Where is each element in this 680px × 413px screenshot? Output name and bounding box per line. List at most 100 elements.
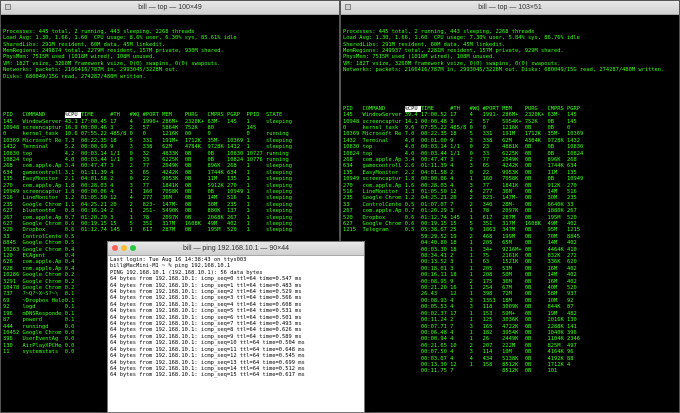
- close-button[interactable]: [112, 245, 118, 251]
- table-cell: 78: [142, 214, 163, 221]
- column-header[interactable]: TIME: [421, 106, 450, 112]
- table-cell: [362, 304, 404, 310]
- window-titlebar[interactable]: bill — top — 100×49: [1, 1, 339, 15]
- table-cell: 336K: [547, 259, 568, 266]
- ping-output[interactable]: Last login: Tue Aug 16 14:38:43 on ttys0…: [108, 256, 364, 380]
- table-cell: kernel_task: [362, 124, 405, 131]
- table-cell: 1104K: [547, 336, 568, 343]
- table-cell: 00:11.75: [420, 368, 451, 375]
- table-cell: 627: [3, 221, 23, 227]
- table-cell: 340: [482, 201, 503, 208]
- column-header[interactable]: PID: [3, 112, 22, 118]
- column-header[interactable]: PURG: [185, 112, 208, 118]
- column-header[interactable]: #TH: [110, 112, 129, 118]
- table-cell: 1712K: [184, 137, 208, 144]
- table-cell: 00:03.14: [420, 144, 451, 151]
- table-cell: 5490K: [162, 208, 185, 215]
- column-header[interactable]: PID: [343, 106, 362, 112]
- table-cell: 2068K: [207, 214, 228, 221]
- table-cell: 191M+: [162, 137, 185, 144]
- table-cell: 3: [469, 349, 483, 356]
- table-cell: 158: [482, 361, 503, 368]
- table-cell: 4: [450, 355, 470, 362]
- table-cell: 160: [482, 176, 503, 183]
- table-cell: 00:08.95: [420, 278, 451, 285]
- table-cell: powerd: [22, 317, 65, 324]
- table-cell: LineMonitor: [22, 195, 65, 202]
- column-header[interactable]: PURG: [525, 106, 548, 112]
- table-cell: 59:29.52: [420, 233, 451, 240]
- top-output[interactable]: Processes: 445 total, 2 running, 443 sle…: [341, 15, 679, 389]
- column-header[interactable]: STATE: [266, 112, 295, 118]
- table-cell: 130: [3, 342, 23, 349]
- table-cell: 0B: [524, 259, 548, 266]
- table-cell: sleeping: [265, 182, 296, 189]
- table-cell: 4: [450, 176, 470, 183]
- table-cell: 752K: [524, 118, 548, 125]
- zoom-button[interactable]: [130, 245, 136, 251]
- table-cell: 2: [469, 342, 483, 349]
- table-cell: Google Chrom: [22, 278, 65, 285]
- table-cell: Google Chrom: [22, 240, 65, 247]
- column-header[interactable]: MEM: [502, 106, 525, 112]
- table-cell: 5138K: [502, 355, 525, 362]
- column-header[interactable]: #PORT: [483, 106, 502, 112]
- table-cell: sleeping: [265, 227, 296, 234]
- table-cell: 2: [469, 118, 483, 125]
- column-header[interactable]: #WQ: [130, 112, 143, 118]
- column-header[interactable]: COMMAND: [22, 112, 64, 118]
- table-cell: 10.6: [64, 131, 81, 138]
- table-cell: 35M-: [207, 137, 228, 144]
- table-cell: 00:00.99: [80, 144, 111, 151]
- column-header[interactable]: PGRP: [567, 106, 586, 112]
- table-cell: 9: [450, 278, 470, 285]
- column-header[interactable]: PGRP: [227, 112, 246, 118]
- table-cell: 17: [450, 112, 470, 119]
- table-cell: 1: [246, 227, 266, 234]
- table-cell: 287M: [502, 214, 525, 221]
- column-header[interactable]: #WQ: [470, 106, 483, 112]
- table-cell: 145: [567, 118, 587, 125]
- window-titlebar[interactable]: bill — ping 192.168.10.1 — 90×44: [108, 242, 364, 256]
- table-cell: 33: [343, 201, 363, 208]
- table-cell: 00:28.03: [80, 182, 111, 189]
- table-cell: 434: [482, 355, 503, 362]
- table-cell: [162, 234, 185, 240]
- table-cell: ?~Q?~X~S?~\: [22, 291, 65, 298]
- table-cell: 9: [469, 227, 483, 234]
- table-cell: 0: [129, 150, 143, 157]
- table-cell: 4: [450, 304, 470, 311]
- table-cell: 0B: [524, 310, 548, 317]
- table-cell: 5: [469, 131, 483, 138]
- table-cell: 627: [343, 221, 363, 227]
- column-header[interactable]: #PORT: [143, 112, 162, 118]
- table-cell: 195M: [207, 227, 228, 234]
- table-cell: [81, 324, 110, 330]
- column-header[interactable]: %CPU: [404, 105, 421, 112]
- table-cell: 1.1: [64, 201, 81, 208]
- column-header[interactable]: #TH: [450, 106, 469, 112]
- table-cell: 1432: [3, 144, 23, 151]
- table-cell: 0B: [547, 118, 568, 125]
- table-cell: sleeping: [265, 221, 296, 227]
- table-cell: 0B: [547, 176, 568, 183]
- table-cell: [185, 234, 208, 240]
- column-header[interactable]: %CPU: [64, 112, 81, 119]
- table-cell: [227, 125, 246, 131]
- column-header[interactable]: MEM: [162, 112, 185, 118]
- column-header[interactable]: COMMAND: [362, 106, 404, 112]
- window-titlebar[interactable]: bill — top — 103×51: [341, 1, 679, 15]
- top-window-right[interactable]: bill — top — 103×51 Processes: 445 total…: [340, 0, 680, 413]
- table-cell: 1880K: [547, 208, 568, 215]
- table-cell: 0.2: [64, 272, 81, 279]
- column-header[interactable]: TIME: [81, 112, 110, 118]
- table-cell: 114: [482, 349, 503, 356]
- column-header[interactable]: PPID: [247, 112, 266, 118]
- table-cell: 04:01.58: [80, 176, 111, 183]
- ping-window[interactable]: bill — ping 192.168.10.1 — 90×44 Last lo…: [107, 241, 365, 413]
- column-header[interactable]: CMPRS: [548, 106, 567, 112]
- minimize-button[interactable]: [121, 245, 127, 251]
- column-header[interactable]: CMPRS: [208, 112, 227, 118]
- table-cell: 4.0: [404, 137, 421, 144]
- table-cell: 3: [110, 124, 130, 131]
